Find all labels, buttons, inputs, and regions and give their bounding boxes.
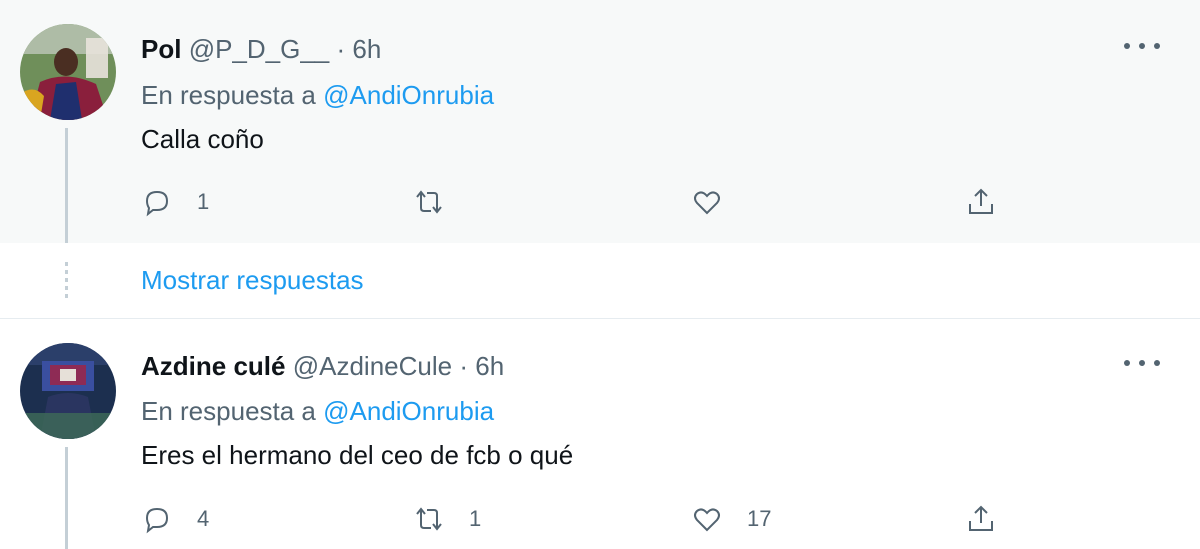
reply-count: 1 xyxy=(197,189,210,214)
reply-icon xyxy=(145,507,169,534)
tweet-text: Calla coño xyxy=(141,124,264,154)
share-button[interactable] xyxy=(965,182,997,222)
tweet-actions: 1 xyxy=(141,182,1021,222)
retweet-button[interactable] xyxy=(413,182,469,222)
reply-mention-link[interactable]: @AndiOnrubia xyxy=(323,396,494,426)
reply-button[interactable]: 4 xyxy=(141,499,209,539)
more-options-icon[interactable] xyxy=(1124,36,1160,56)
timestamp[interactable]: 6h xyxy=(475,351,504,381)
tweet-item[interactable]: Pol @P_D_G__ · 6h En respuesta a @AndiOn… xyxy=(0,0,1200,243)
timestamp[interactable]: 6h xyxy=(352,34,381,64)
thread-line xyxy=(65,447,68,549)
user-handle[interactable]: @AzdineCule xyxy=(293,351,452,381)
tweet-item[interactable]: Azdine culé @AzdineCule · 6h En respuest… xyxy=(0,319,1200,549)
tweet-actions: 4 1 17 xyxy=(141,499,1021,539)
retweet-icon xyxy=(416,507,442,531)
reply-mention-link[interactable]: @AndiOnrubia xyxy=(323,80,494,110)
avatar[interactable] xyxy=(20,24,116,120)
reply-count: 4 xyxy=(197,506,210,531)
like-count: 17 xyxy=(747,506,772,531)
heart-icon xyxy=(694,508,720,532)
like-button[interactable] xyxy=(691,182,747,222)
reply-prefix: En respuesta a xyxy=(141,80,316,110)
reply-button[interactable]: 1 xyxy=(141,182,209,222)
reply-icon xyxy=(145,190,169,217)
more-options-icon[interactable] xyxy=(1124,353,1160,373)
tweet-header: Pol @P_D_G__ · 6h xyxy=(141,34,381,65)
show-replies-link[interactable]: Mostrar respuestas xyxy=(141,265,364,296)
retweet-count: 1 xyxy=(469,506,482,531)
separator-dot: · xyxy=(459,351,468,381)
avatar[interactable] xyxy=(20,343,116,439)
like-button[interactable]: 17 xyxy=(691,499,771,539)
reply-context: En respuesta a @AndiOnrubia xyxy=(141,80,494,111)
reply-prefix: En respuesta a xyxy=(141,396,316,426)
share-icon xyxy=(969,188,993,214)
heart-icon xyxy=(694,191,720,215)
display-name[interactable]: Pol xyxy=(141,34,181,64)
thread-dots xyxy=(65,262,68,302)
show-replies-row[interactable]: Mostrar respuestas xyxy=(0,243,1200,319)
reply-context: En respuesta a @AndiOnrubia xyxy=(141,396,494,427)
display-name[interactable]: Azdine culé xyxy=(141,351,285,381)
retweet-icon xyxy=(416,190,442,214)
tweet-header: Azdine culé @AzdineCule · 6h xyxy=(141,351,504,382)
separator-dot: · xyxy=(336,34,346,64)
share-icon xyxy=(969,505,993,531)
share-button[interactable] xyxy=(965,499,997,539)
tweet-text: Eres el hermano del ceo de fcb o qué xyxy=(141,440,574,470)
user-handle[interactable]: @P_D_G__ xyxy=(189,34,330,64)
retweet-button[interactable]: 1 xyxy=(413,499,481,539)
thread-line xyxy=(65,128,68,243)
